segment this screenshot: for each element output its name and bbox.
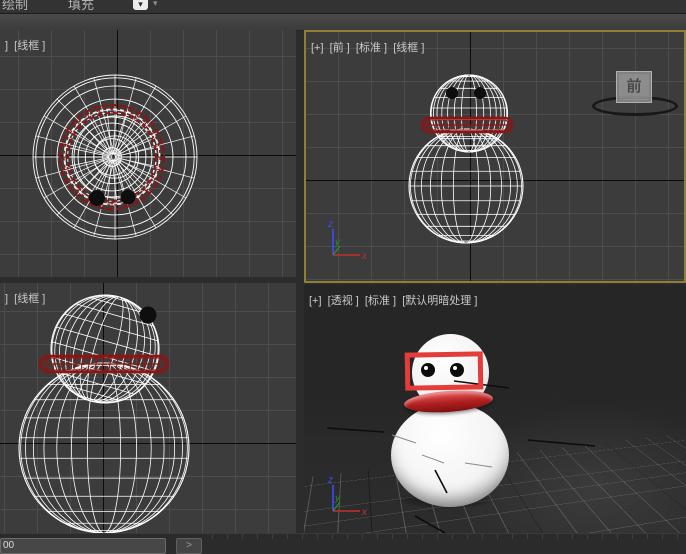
viewport-label[interactable]: ] [线框 ]: [5, 290, 45, 306]
ribbon-collapsed-band: [0, 14, 686, 31]
top-view-wireframe-model[interactable]: [0, 30, 296, 277]
viewport-label[interactable]: [+] [透视 ] [标准 ] [默认明暗处理 ]: [309, 292, 477, 308]
viewcube-front-face[interactable]: 前: [616, 71, 652, 103]
mini-listener-open-button[interactable]: >: [176, 538, 202, 554]
svg-text:y: y: [334, 237, 341, 248]
front-view-wireframe-model[interactable]: z x y: [306, 32, 684, 281]
viewport-left-view[interactable]: ] [线框 ]: [0, 283, 296, 533]
viewport-perspective-view[interactable]: z x y [+] [透视 ] [标准 ] [默认明暗处理 ]: [304, 285, 686, 533]
status-bar: 00 >: [0, 533, 686, 552]
ribbon-dropdown-button[interactable]: ▾: [133, 0, 148, 10]
red-rectangle-spline[interactable]: [405, 351, 484, 390]
svg-text:x: x: [361, 251, 368, 262]
left-view-wireframe-model[interactable]: [0, 283, 296, 533]
viewport-front-view-active[interactable]: 前 z x y [+] [前 ] [标准 ] [线框 ]: [304, 30, 686, 283]
viewport-label[interactable]: [+] [前 ] [标准 ] [线框 ]: [311, 39, 424, 55]
ribbon-tab-paint[interactable]: 绘制: [2, 0, 28, 13]
ribbon-tab-bar: 绘制 填充 ▾ ▾: [0, 0, 686, 14]
max-application-window: { "menubar": { "tabs": [ { "label": "绘制"…: [0, 0, 686, 551]
viewport-top-view[interactable]: ] [线框 ]: [0, 30, 296, 277]
viewport-label[interactable]: ] [线框 ]: [5, 37, 45, 53]
svg-text:y: y: [334, 493, 341, 504]
chevron-down-icon[interactable]: ▾: [153, 0, 158, 9]
svg-text:x: x: [361, 507, 368, 518]
ribbon-tab-populate[interactable]: 填充: [68, 0, 94, 13]
track-bar-ticks: [212, 534, 684, 539]
perspective-overlay-lines: z x y: [304, 285, 686, 533]
svg-text:z: z: [327, 219, 333, 230]
svg-text:z: z: [327, 475, 333, 486]
maxscript-mini-listener-field[interactable]: 00: [0, 538, 166, 554]
